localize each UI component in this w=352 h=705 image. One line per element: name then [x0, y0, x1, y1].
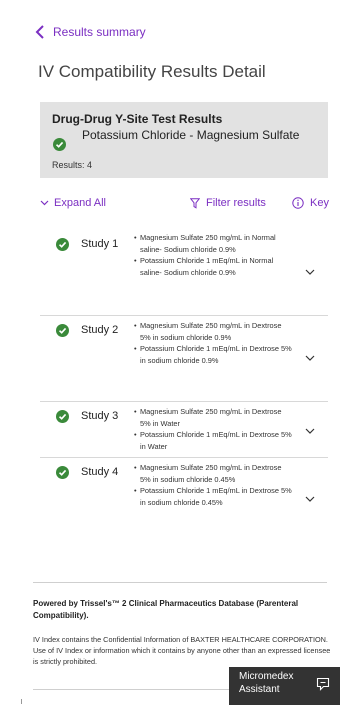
study-name: Study 2 [81, 324, 119, 336]
results-count: Results: 4 [52, 160, 93, 170]
chevron-down-icon[interactable] [305, 496, 315, 503]
study-detail-line: Magnesium Sulfate 250 mg/mL in Dextrose … [134, 320, 294, 343]
assistant-label-line1: Micromedex [239, 671, 294, 682]
study-detail-line: Potassium Chloride 1 mEq/mL in Dextrose … [134, 343, 294, 366]
study-details: Magnesium Sulfate 250 mg/mL in Dextrose … [134, 406, 294, 452]
assistant-label-line2: Assistant [239, 684, 280, 695]
study-list: Study 1 Magnesium Sulfate 250 mg/mL in N… [40, 228, 328, 546]
key-label: Key [310, 197, 329, 209]
study-name: Study 1 [81, 238, 119, 250]
micromedex-assistant-button[interactable]: Micromedex Assistant [229, 667, 340, 705]
drug-pair: Potassium Chloride - Magnesium Sulfate [82, 128, 300, 142]
study-detail-line: Potassium Chloride 1 mEq/mL in Normal sa… [134, 255, 294, 278]
back-link[interactable]: Results summary [33, 24, 146, 40]
study-details: Magnesium Sulfate 250 mg/mL in Normal sa… [134, 232, 294, 278]
scroll-indicator [21, 699, 22, 704]
study-row[interactable]: Study 3 Magnesium Sulfate 250 mg/mL in D… [40, 402, 328, 458]
study-details: Magnesium Sulfate 250 mg/mL in Dextrose … [134, 320, 294, 366]
chevron-down-icon[interactable] [305, 355, 315, 362]
key-button[interactable]: Key [292, 197, 329, 209]
check-circle-icon [56, 410, 69, 423]
page-title: IV Compatibility Results Detail [38, 62, 266, 81]
expand-all-button[interactable]: Expand All [40, 197, 106, 209]
filter-results-label: Filter results [206, 197, 266, 209]
study-name: Study 3 [81, 410, 119, 422]
powered-by-text: Powered by Trissel's™ 2 Clinical Pharmac… [33, 599, 299, 620]
check-circle-icon [56, 466, 69, 479]
info-icon [292, 197, 304, 209]
check-circle-icon [56, 324, 69, 337]
check-circle-icon [53, 138, 66, 151]
study-detail-line: Potassium Chloride 1 mEq/mL in Dextrose … [134, 485, 294, 508]
study-details: Magnesium Sulfate 250 mg/mL in Dextrose … [134, 462, 294, 508]
study-detail-line: Potassium Chloride 1 mEq/mL in Dextrose … [134, 429, 294, 452]
study-detail-line: Magnesium Sulfate 250 mg/mL in Dextrose … [134, 462, 294, 485]
summary-box: Drug-Drug Y-Site Test Results Potassium … [40, 102, 328, 178]
legal-notice: IV Index contains the Confidential Infor… [33, 635, 331, 666]
chevron-down-icon[interactable] [305, 269, 315, 276]
study-detail-line: Magnesium Sulfate 250 mg/mL in Normal sa… [134, 232, 294, 255]
footer-divider [33, 582, 327, 583]
chevron-down-icon[interactable] [305, 428, 315, 435]
study-row[interactable]: Study 2 Magnesium Sulfate 250 mg/mL in D… [40, 316, 328, 402]
chevron-left-icon [35, 25, 44, 39]
filter-results-button[interactable]: Filter results [190, 197, 266, 209]
expand-all-label: Expand All [54, 197, 106, 209]
study-row[interactable]: Study 4 Magnesium Sulfate 250 mg/mL in D… [40, 458, 328, 546]
chevron-down-icon [40, 200, 49, 206]
chat-bubble-icon [316, 677, 330, 691]
study-name: Study 4 [81, 466, 119, 478]
summary-header: Drug-Drug Y-Site Test Results [52, 112, 223, 126]
results-toolbar: Expand All Filter results Key [0, 197, 352, 213]
filter-icon [190, 197, 200, 209]
study-detail-line: Magnesium Sulfate 250 mg/mL in Dextrose … [134, 406, 294, 429]
back-link-label: Results summary [53, 25, 146, 39]
check-circle-icon [56, 238, 69, 251]
study-row[interactable]: Study 1 Magnesium Sulfate 250 mg/mL in N… [40, 228, 328, 316]
